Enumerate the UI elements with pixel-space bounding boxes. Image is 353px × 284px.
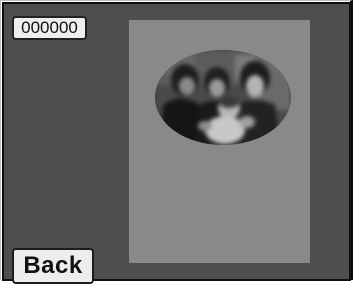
oval-photo (155, 50, 291, 145)
family-photo-image (155, 50, 291, 145)
counter-display: 000000 (12, 16, 87, 40)
back-button[interactable]: Back (12, 248, 94, 284)
